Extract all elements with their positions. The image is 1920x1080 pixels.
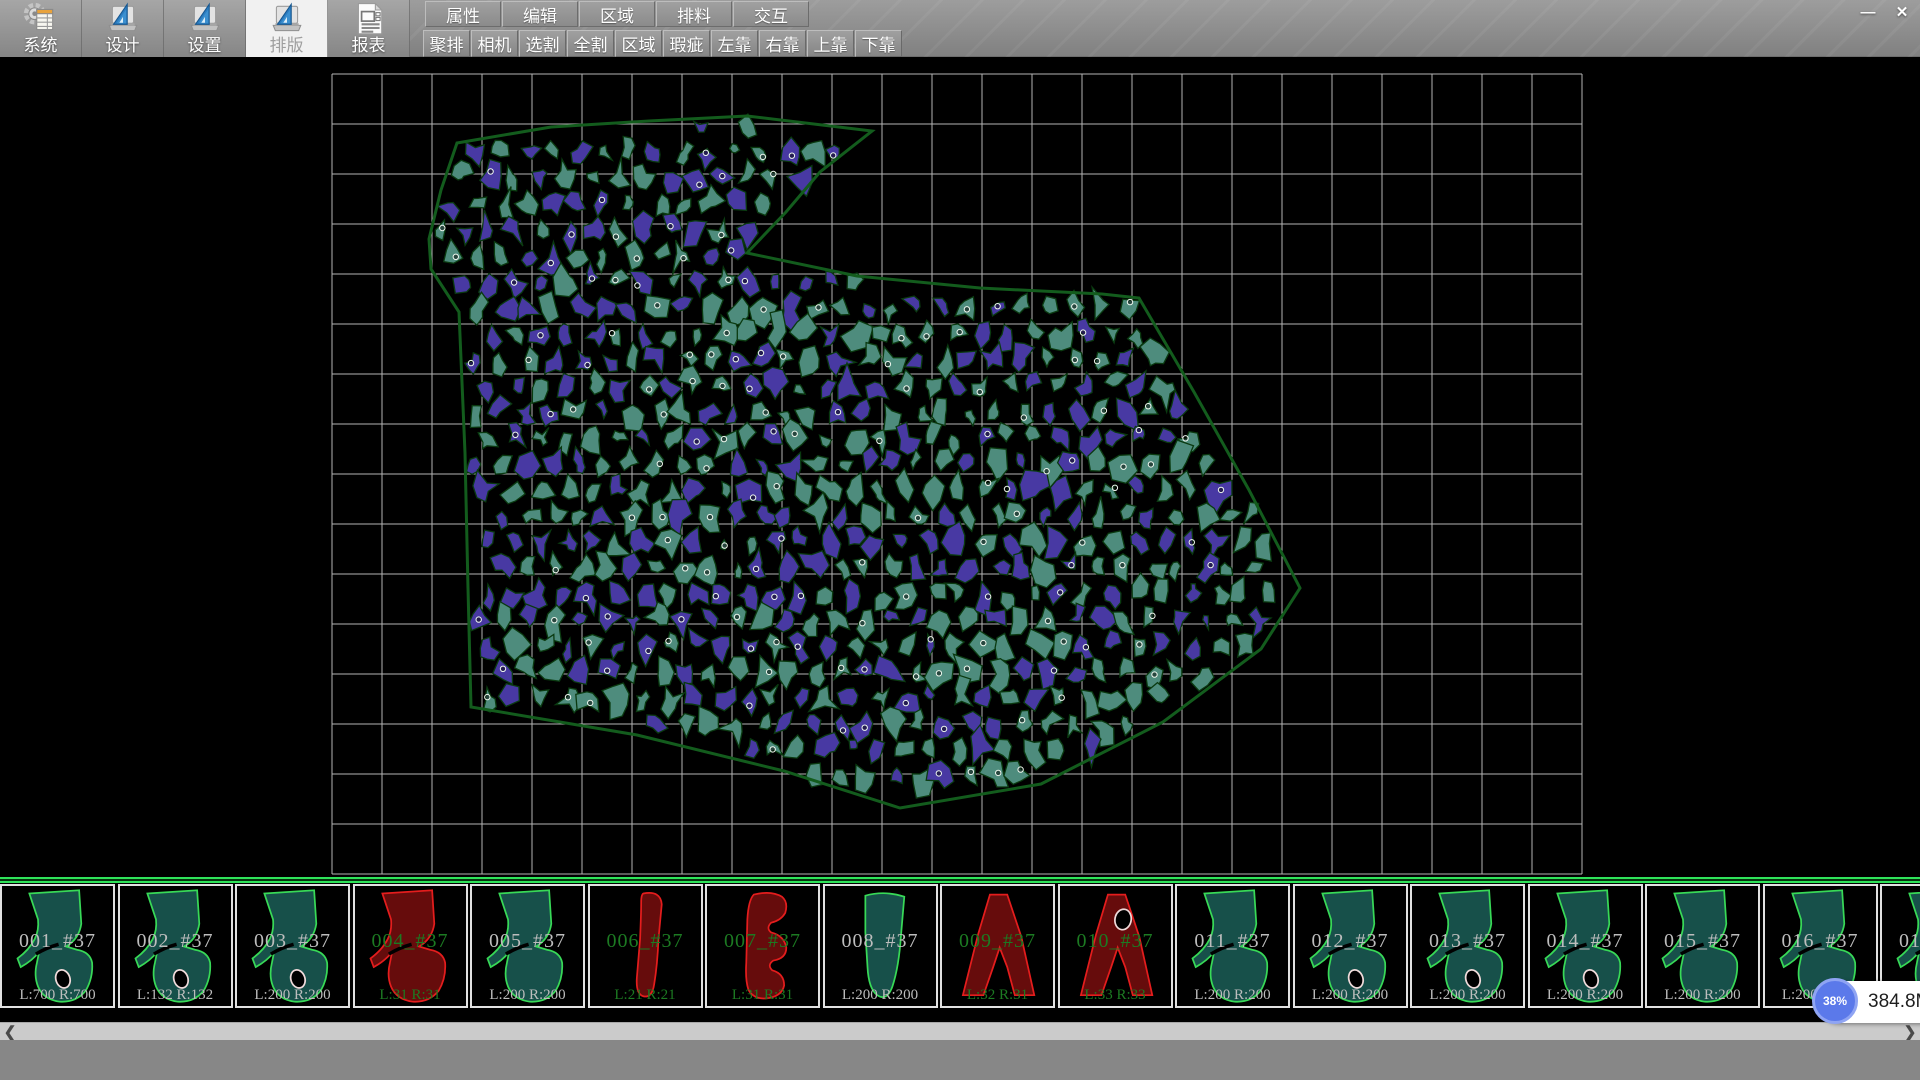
thumbnail-cell[interactable]: 005_#37 L:200 R:200 [470,884,585,1008]
thumbnail-cell[interactable]: 009_#37 L:32 R:31 [940,884,1055,1008]
nesting-canvas[interactable]: 001_#37L:700 R:700002_#37L:132 R:132003_… [0,57,1920,1022]
tool-button[interactable]: 左靠 [711,30,758,57]
app-window: 系统设计设置排版报表 属性编辑区域排料交互 聚排相机选割全割区域瑕疵左靠右靠上靠… [0,0,1920,1080]
memory-usage-value: 384.8M [1868,991,1920,1013]
filmstrip-separator-line [0,877,1920,884]
menu-tab[interactable]: 属性 [425,1,501,27]
scroll-left-arrow-icon[interactable]: ❮ [2,1023,18,1040]
piece-id-label: 001_#37 [2,930,113,953]
triangle-ruler-icon [269,2,305,36]
app-nav-label: 系统 [24,36,58,56]
tool-button[interactable]: 下靠 [855,30,902,57]
gear-spreadsheet-icon [23,2,59,36]
thumbnail-cell[interactable]: 008_#37 L:200 R:200 [823,884,938,1008]
piece-id-label: 013_#37 [1412,930,1523,953]
app-nav-3[interactable]: 设置 [164,0,246,57]
menu-tab[interactable]: 交互 [733,1,809,27]
piece-id-label: 010_#37 [1060,930,1171,953]
piece-filmstrip: 001_#37L:700 R:700002_#37L:132 R:132003_… [0,884,1920,1010]
piece-id-label: 017_#37 [1882,930,1920,953]
thumbnail-cell[interactable]: 003_#37 L:200 R:200 [235,884,350,1008]
thumbnail-cell[interactable]: 014_#37 L:200 R:200 [1528,884,1643,1008]
thumbnail-cell[interactable]: 011_#37 L:200 R:200 [1175,884,1290,1008]
report-document-icon [351,2,387,36]
menu-tab[interactable]: 排料 [656,1,732,27]
piece-size-label: L:200 R:200 [825,987,936,1004]
piece-id-label: 008_#37 [825,930,936,953]
tool-button[interactable]: 相机 [471,30,518,57]
menu-tab[interactable]: 区域 [579,1,655,27]
tool-button[interactable]: 聚排 [423,30,470,57]
status-footer [0,1040,1920,1080]
toolbar: 系统设计设置排版报表 属性编辑区域排料交互 聚排相机选割全割区域瑕疵左靠右靠上靠… [0,0,1920,57]
piece-size-label: L:200 R:200 [237,987,348,1004]
piece-size-label: L:200 R:200 [1177,987,1288,1004]
piece-id-label: 011_#37 [1177,930,1288,953]
app-nav-label: 排版 [270,36,304,56]
piece-size-label: L:132 R:132 [120,987,231,1004]
tool-button[interactable]: 区域 [615,30,662,57]
piece-size-label: L:33 R:33 [1060,987,1171,1004]
piece-size-label: L:200 R:200 [1412,987,1523,1004]
thumbnail-cell[interactable]: 012_#37 L:200 R:200 [1293,884,1408,1008]
piece-size-label: L:200 R:200 [1295,987,1406,1004]
tool-button[interactable]: 右靠 [759,30,806,57]
piece-size-label: L:700 R:700 [2,987,113,1004]
thumbnail-cell[interactable]: 015_#37 L:200 R:200 [1645,884,1760,1008]
piece-id-label: 005_#37 [472,930,583,953]
horizontal-scrollbar[interactable]: ❮ ❯ [0,1022,1920,1040]
menu-rows: 属性编辑区域排料交互 聚排相机选割全割区域瑕疵左靠右靠上靠下靠 [410,0,1920,58]
piece-id-label: 006_#37 [590,930,701,953]
thumbnail-cell[interactable]: 001_#37 L:700 R:700 [0,884,115,1008]
menu-tabs: 属性编辑区域排料交互 [410,0,1920,29]
app-nav-1[interactable]: 系统 [0,0,82,57]
piece-id-label: 014_#37 [1530,930,1641,953]
app-nav-5[interactable]: 报表 [328,0,410,57]
piece-size-label: L:200 R:200 [472,987,583,1004]
app-nav-label: 报表 [352,36,386,56]
app-nav-4[interactable]: 排版 [246,0,328,57]
tool-button[interactable]: 选割 [519,30,566,57]
thumbnail-cell[interactable]: 006_#37 L:21 R:21 [588,884,703,1008]
thumbnail-cell[interactable]: 007_#37 L:31 R:31 [705,884,820,1008]
piece-size-label: L:21 R:21 [590,987,701,1004]
app-nav-2[interactable]: 设计 [82,0,164,57]
scroll-right-arrow-icon[interactable]: ❯ [1902,1023,1918,1040]
piece-size-label: L:31 R:31 [707,987,818,1004]
close-button[interactable]: ✕ [1889,3,1915,21]
piece-id-label: 009_#37 [942,930,1053,953]
piece-id-label: 015_#37 [1647,930,1758,953]
piece-id-label: 016_#37 [1765,930,1876,953]
triangle-ruler-icon [105,2,141,36]
piece-id-label: 012_#37 [1295,930,1406,953]
piece-size-label: L:32 R:31 [942,987,1053,1004]
tool-button[interactable]: 瑕疵 [663,30,710,57]
thumbnail-cell[interactable]: 002_#37 L:132 R:132 [118,884,233,1008]
piece-size-label: L:200 R:200 [1647,987,1758,1004]
thumbnail-cell[interactable]: 004_#37 L:31 R:31 [353,884,468,1008]
app-nav-label: 设置 [188,36,222,56]
piece-id-label: 002_#37 [120,930,231,953]
app-nav: 系统 设计 设置 排版 报表 [0,0,410,57]
thumbnail-cell[interactable]: 013_#37 L:200 R:200 [1410,884,1525,1008]
window-controls: — ✕ [1855,3,1915,21]
triangle-ruler-icon [187,2,223,36]
piece-size-label: L:31 R:31 [355,987,466,1004]
hide-nesting-scene[interactable] [0,57,1920,879]
thumbnail-cell[interactable]: 010_#37 L:33 R:33 [1058,884,1173,1008]
minimize-button[interactable]: — [1855,3,1881,21]
app-nav-label: 设计 [106,36,140,56]
piece-size-label: L:200 R:200 [1530,987,1641,1004]
nested-pieces[interactable] [435,114,1275,798]
piece-id-label: 007_#37 [707,930,818,953]
tool-button[interactable]: 全割 [567,30,614,57]
tool-row: 聚排相机选割全割区域瑕疵左靠右靠上靠下靠 [410,29,1920,58]
menu-tab[interactable]: 编辑 [502,1,578,27]
piece-id-label: 003_#37 [237,930,348,953]
tool-button[interactable]: 上靠 [807,30,854,57]
progress-percent-badge[interactable]: 38% [1812,978,1858,1024]
piece-id-label: 004_#37 [355,930,466,953]
